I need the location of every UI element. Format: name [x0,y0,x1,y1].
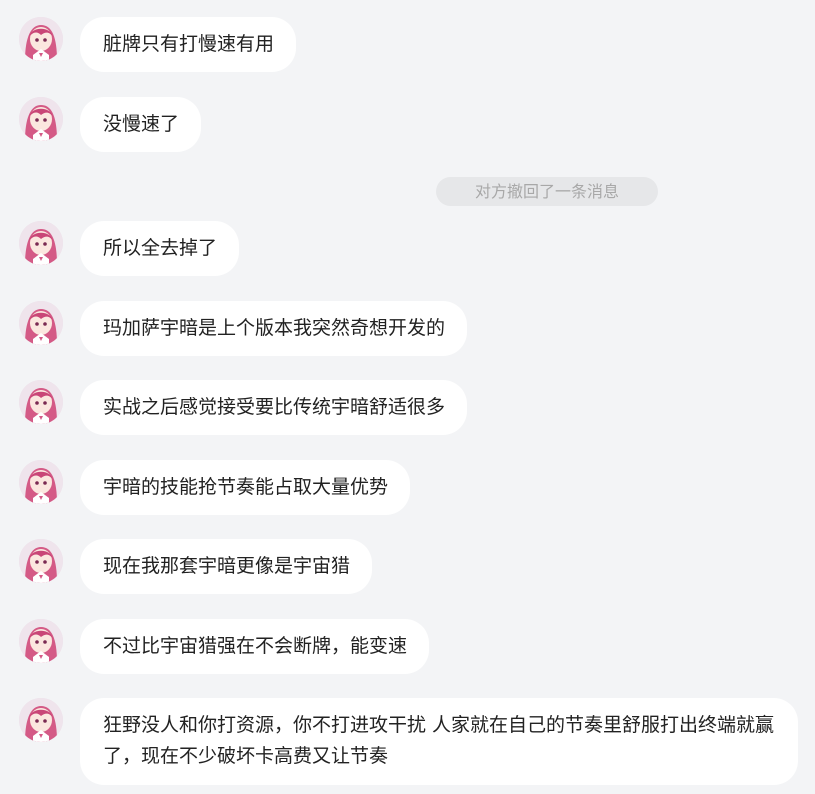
message-bubble[interactable]: 玛加萨宇暗是上个版本我突然奇想开发的 [80,301,468,356]
message-bubble[interactable]: 宇暗的技能抢节奏能占取大量优势 [80,460,411,515]
avatar-icon[interactable] [19,460,63,504]
message-bubble[interactable]: 不过比宇宙猎强在不会断牌，能变速 [80,619,430,674]
chat-window: 脏牌只有打慢速有用 没慢速了 对方撤回了一条消息 所以全去掉了 玛加萨宇暗是上个… [0,0,815,794]
message-bubble[interactable]: 狂野没人和你打资源，你不打进攻干扰 人家就在自己的节奏里舒服打出终端就赢了，现在… [80,698,798,785]
message-bubble[interactable]: 所以全去掉了 [80,221,240,276]
avatar-icon[interactable] [19,97,63,141]
recall-notice: 对方撤回了一条消息 [436,177,658,206]
message-bubble[interactable]: 实战之后感觉接受要比传统宇暗舒适很多 [80,380,468,435]
avatar-icon[interactable] [19,619,63,663]
message-bubble[interactable]: 脏牌只有打慢速有用 [80,17,297,72]
avatar-icon[interactable] [19,380,63,424]
message-bubble[interactable]: 现在我那套宇暗更像是宇宙猎 [80,539,373,594]
message-bubble[interactable]: 没慢速了 [80,97,202,152]
avatar-icon[interactable] [19,301,63,345]
avatar-icon[interactable] [19,539,63,583]
avatar-icon[interactable] [19,221,63,265]
avatar-icon[interactable] [19,17,63,61]
avatar-icon[interactable] [19,698,63,742]
